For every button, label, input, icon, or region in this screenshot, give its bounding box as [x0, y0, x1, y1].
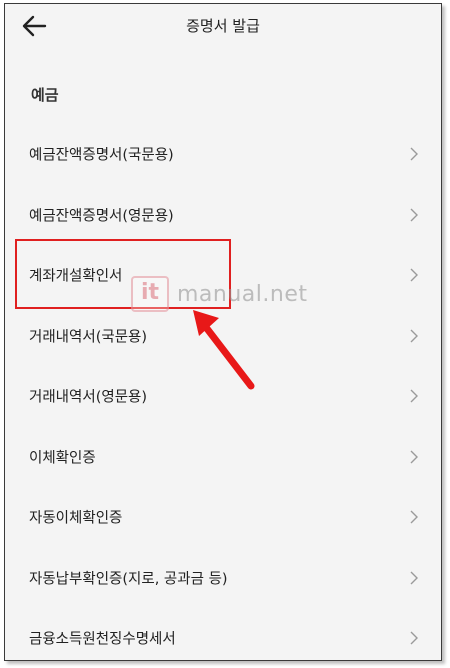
list-item-label: 자동이체확인증 — [29, 510, 123, 527]
list-item-account-opening[interactable]: 계좌개설확인서 — [5, 245, 441, 306]
list-item-label: 계좌개설확인서 — [29, 268, 123, 285]
chevron-right-icon — [410, 147, 418, 161]
list-item-label: 자동납부확인증(지로, 공과금 등) — [29, 571, 228, 588]
list-item-label: 금융소득원천징수명세서 — [29, 631, 176, 648]
chevron-right-icon — [410, 631, 418, 645]
chevron-right-icon — [410, 268, 418, 282]
list-item-auto-payment-confirmation[interactable]: 자동납부확인증(지로, 공과금 등) — [5, 548, 441, 609]
app-frame: 증명서 발급 예금 예금잔액증명서(국문용) 예금잔액증명서(영문용) 계좌개설… — [4, 3, 442, 661]
list-item-auto-transfer-confirmation[interactable]: 자동이체확인증 — [5, 487, 441, 548]
list-item-transfer-confirmation[interactable]: 이체확인증 — [5, 427, 441, 488]
list-item-deposit-balance-kr[interactable]: 예금잔액증명서(국문용) — [5, 124, 441, 185]
chevron-right-icon — [410, 450, 418, 464]
list-item-label: 거래내역서(영문용) — [29, 389, 148, 406]
chevron-right-icon — [410, 389, 418, 403]
list-item-label: 거래내역서(국문용) — [29, 329, 148, 346]
header: 증명서 발급 — [5, 4, 441, 48]
list-item-deposit-balance-en[interactable]: 예금잔액증명서(영문용) — [5, 185, 441, 246]
chevron-right-icon — [410, 571, 418, 585]
chevron-right-icon — [410, 329, 418, 343]
chevron-right-icon — [410, 510, 418, 524]
list-item-label: 예금잔액증명서(국문용) — [29, 147, 174, 164]
list-item-withholding-tax-statement[interactable]: 금융소득원천징수명세서 — [5, 608, 441, 660]
certificate-list: 예금잔액증명서(국문용) 예금잔액증명서(영문용) 계좌개설확인서 거래내역서(… — [5, 124, 441, 660]
list-item-label: 예금잔액증명서(영문용) — [29, 208, 174, 225]
list-item-transaction-history-kr[interactable]: 거래내역서(국문용) — [5, 306, 441, 367]
list-item-transaction-history-en[interactable]: 거래내역서(영문용) — [5, 366, 441, 427]
section-title-deposit: 예금 — [31, 86, 59, 104]
chevron-right-icon — [410, 208, 418, 222]
list-item-label: 이체확인증 — [29, 450, 96, 467]
page-title: 증명서 발급 — [186, 17, 260, 35]
